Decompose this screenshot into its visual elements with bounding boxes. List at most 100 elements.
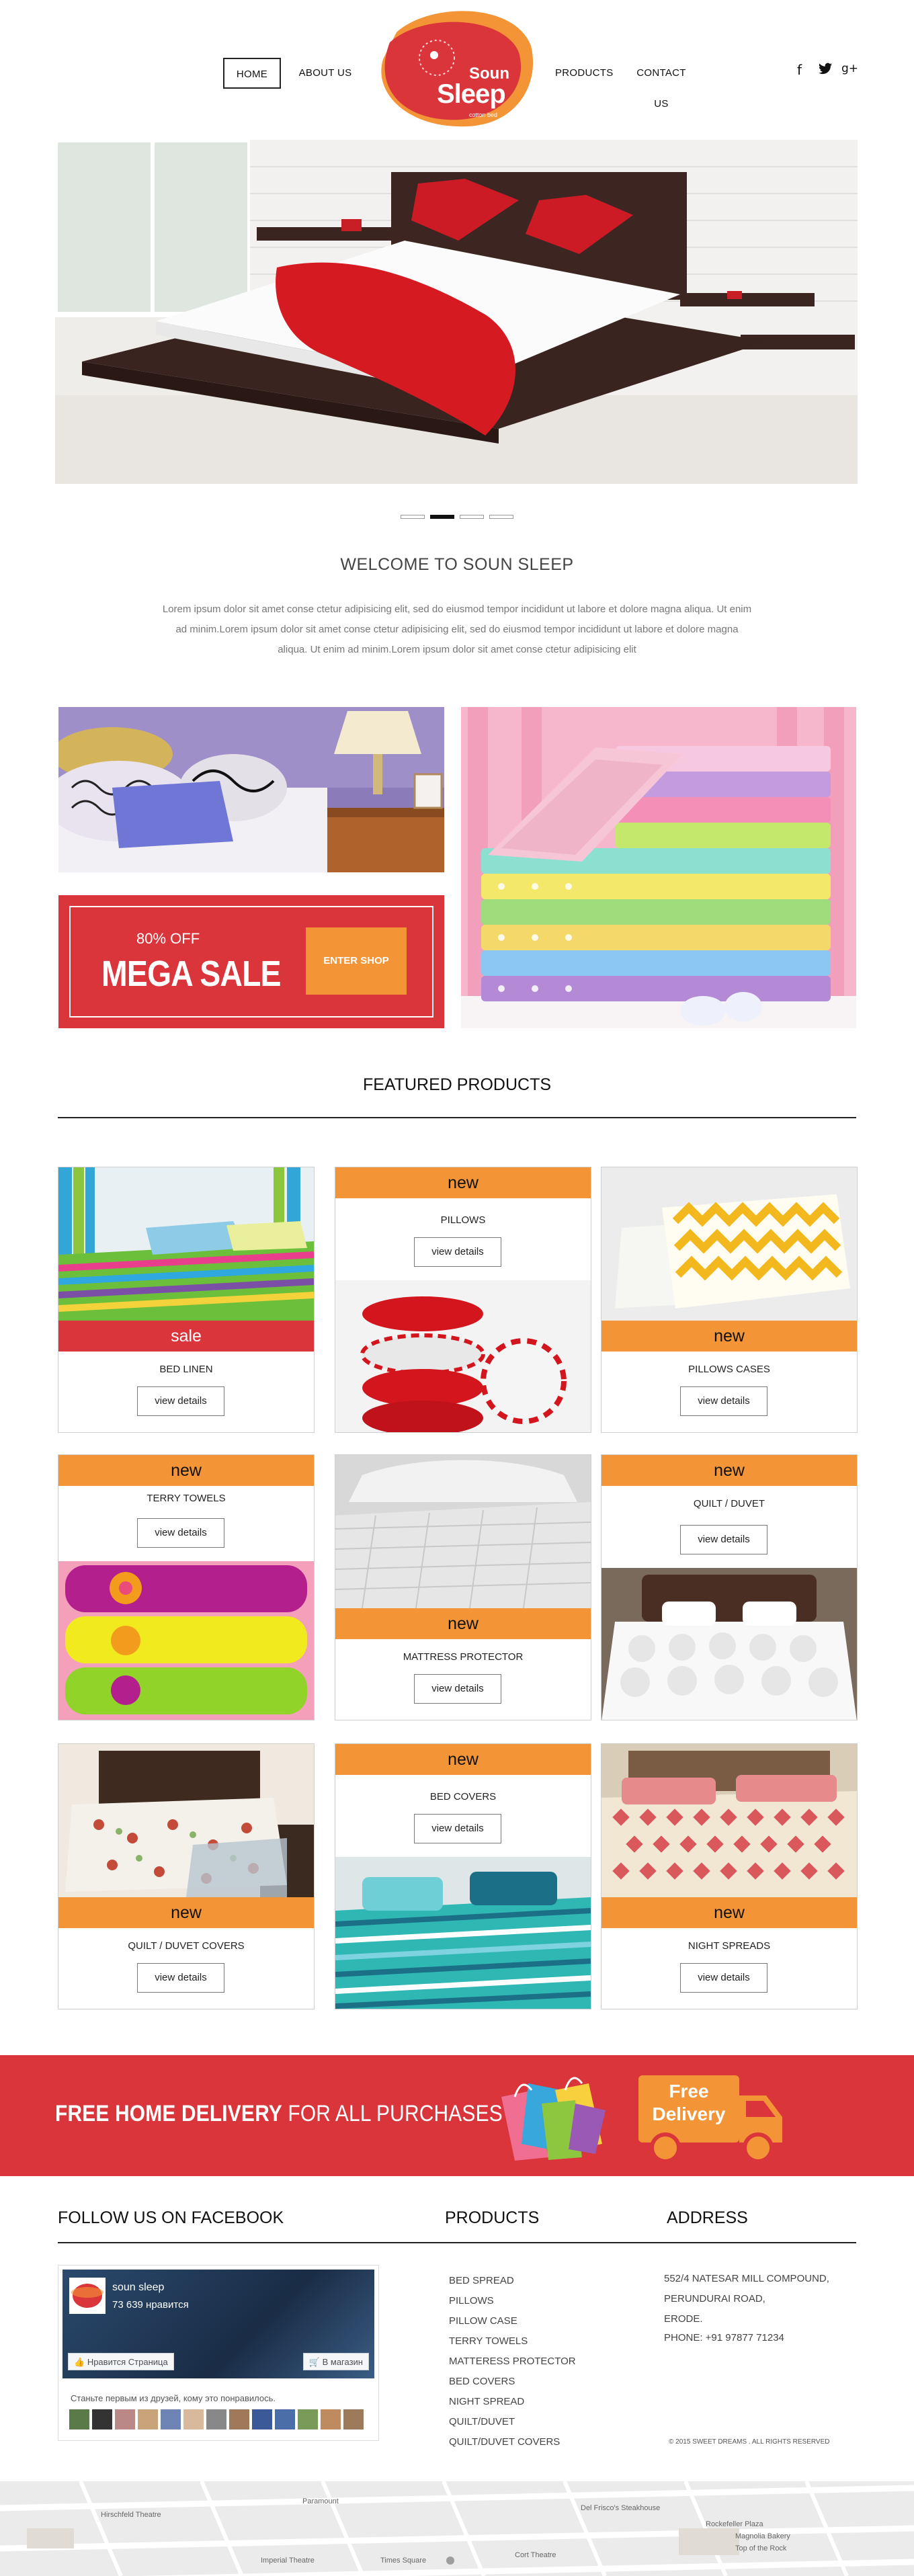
- facebook-icon[interactable]: f: [797, 62, 802, 78]
- facebook-heading: FOLLOW US ON FACEBOOK: [58, 2208, 284, 2227]
- slider-dot-3[interactable]: [460, 515, 484, 519]
- map-label: Hirschfeld Theatre: [101, 2511, 161, 2519]
- friend-avatar[interactable]: [321, 2409, 341, 2429]
- site-logo[interactable]: Soun Sleep cotton bed: [370, 5, 538, 132]
- footer-link-night-spread[interactable]: NIGHT SPREAD: [449, 2396, 524, 2407]
- location-map[interactable]: Hirschfeld Theatre Paramount Imperial Th…: [0, 2481, 914, 2576]
- facebook-page-name[interactable]: soun sleep: [112, 2282, 164, 2294]
- map-label: Imperial Theatre: [261, 2557, 315, 2565]
- view-details-button[interactable]: view details: [414, 1814, 501, 1843]
- product-card-bed-linen[interactable]: sale BED LINEN view details: [58, 1167, 315, 1433]
- product-card-pillow-cases[interactable]: new PILLOWS CASES view details: [601, 1167, 858, 1433]
- friend-avatar[interactable]: [161, 2409, 181, 2429]
- slider-dot-2[interactable]: [430, 515, 454, 519]
- product-badge-new: new: [601, 1321, 857, 1352]
- product-card-pillows[interactable]: new PILLOWS view details: [335, 1167, 591, 1433]
- logo-text-bottom: Sleep: [437, 79, 506, 109]
- free-delivery-banner: FREE HOME DELIVERY FOR ALL PURCHASES Fre…: [0, 2055, 914, 2176]
- friend-avatar[interactable]: [206, 2409, 226, 2429]
- product-badge-new: new: [335, 1744, 591, 1775]
- friend-avatar[interactable]: [115, 2409, 135, 2429]
- friend-avatar[interactable]: [183, 2409, 204, 2429]
- friend-avatar[interactable]: [298, 2409, 318, 2429]
- friend-avatar[interactable]: [229, 2409, 249, 2429]
- view-details-button[interactable]: view details: [680, 1963, 767, 1993]
- product-image-bed-covers: [335, 1857, 591, 2009]
- view-details-button[interactable]: view details: [680, 1386, 767, 1416]
- product-name: QUILT / DUVET COVERS: [128, 1940, 245, 1952]
- footer-link-terry-towels[interactable]: TERRY TOWELS: [449, 2335, 528, 2347]
- truck-text-delivery: Delivery: [652, 2104, 726, 2124]
- twitter-icon[interactable]: [819, 62, 832, 78]
- footer-link-pillow-case[interactable]: PILLOW CASE: [449, 2315, 517, 2327]
- product-badge-new: new: [58, 1455, 314, 1486]
- facebook-likes-count: 73 639 нравится: [112, 2299, 189, 2311]
- footer-link-bed-covers[interactable]: BED COVERS: [449, 2376, 515, 2387]
- friend-avatar[interactable]: [343, 2409, 364, 2429]
- product-name: QUILT / DUVET: [693, 1498, 765, 1509]
- product-card-quilt-duvet-covers[interactable]: new QUILT / DUVET COVERS view details: [58, 1743, 315, 2009]
- product-badge-new: new: [335, 1167, 591, 1198]
- product-badge-new: new: [601, 1455, 857, 1486]
- product-image-pillow-cases: [601, 1167, 857, 1321]
- promo-bedroom-image: [58, 707, 444, 872]
- friend-avatar[interactable]: [69, 2409, 89, 2429]
- product-card-mattress-protector[interactable]: new MATTRESS PROTECTOR view details: [335, 1454, 591, 1720]
- product-image-terry-towels: [58, 1561, 314, 1720]
- footer-link-matteress-protector[interactable]: MATTERESS PROTECTOR: [449, 2356, 576, 2367]
- logo-tagline: cotton bed: [469, 112, 498, 118]
- facebook-page-avatar[interactable]: [69, 2278, 106, 2314]
- shopping-bags-icon: [488, 2070, 616, 2164]
- welcome-title: WELCOME TO SOUN SLEEP: [340, 555, 574, 574]
- product-card-terry-towels[interactable]: new TERRY TOWELS view details: [58, 1454, 315, 1720]
- facebook-cover: soun sleep 73 639 нравится 👍 Нравится Ст…: [63, 2270, 374, 2378]
- promo-sheets-image: [461, 707, 856, 1028]
- slider-dot-1[interactable]: [401, 515, 425, 519]
- enter-shop-button[interactable]: ENTER SHOP: [306, 927, 407, 995]
- footer-link-bed-spread[interactable]: BED SPREAD: [449, 2275, 514, 2286]
- product-image-quilt-duvet: [601, 1568, 857, 1720]
- truck-text-free: Free: [669, 2081, 709, 2102]
- nav-about-us[interactable]: ABOUT US: [296, 58, 355, 89]
- slider-dot-4[interactable]: [489, 515, 513, 519]
- like-icon: 👍: [74, 2357, 87, 2367]
- welcome-text: Lorem ipsum dolor sit amet conse ctetur …: [162, 604, 752, 655]
- product-card-quilt-duvet[interactable]: new QUILT / DUVET view details: [601, 1454, 858, 1720]
- delivery-headline-bold: FREE HOME DELIVERY: [55, 2101, 282, 2126]
- copyright-text: © 2015 SWEET DREAMS . ALL RIGHTS RESERVE…: [669, 2438, 830, 2446]
- friend-avatar[interactable]: [252, 2409, 272, 2429]
- view-details-button[interactable]: view details: [680, 1525, 767, 1554]
- friend-avatar[interactable]: [92, 2409, 112, 2429]
- site-header: HOME ABOUT US Soun Sleep cotton bed PROD…: [0, 0, 914, 134]
- delivery-headline-rest: FOR ALL PURCHASES: [282, 2101, 503, 2126]
- view-details-button[interactable]: view details: [137, 1386, 224, 1416]
- friend-avatar[interactable]: [275, 2409, 295, 2429]
- view-details-button[interactable]: view details: [414, 1674, 501, 1704]
- featured-products-title: FEATURED PRODUCTS: [362, 1075, 552, 1094]
- phone-number: PHONE: +91 97877 71234: [664, 2332, 784, 2343]
- facebook-like-page-button[interactable]: 👍 Нравится Страница: [68, 2353, 174, 2370]
- view-details-button[interactable]: view details: [137, 1518, 224, 1548]
- product-card-bed-covers[interactable]: new BED COVERS view details: [335, 1743, 591, 2009]
- map-label: Del Frisco's Steakhouse: [581, 2504, 661, 2512]
- product-name: TERRY TOWELS: [147, 1493, 226, 1504]
- view-details-button[interactable]: view details: [137, 1963, 224, 1993]
- nav-home[interactable]: HOME: [223, 58, 281, 89]
- product-name: MATTRESS PROTECTOR: [403, 1651, 524, 1663]
- nav-contact-us[interactable]: CONTACT US: [629, 58, 694, 110]
- product-card-night-spreads[interactable]: new NIGHT SPREADS view details: [601, 1743, 858, 2009]
- facebook-like-label: Нравится Страница: [87, 2357, 168, 2367]
- address-line: ERODE.: [664, 2313, 703, 2325]
- view-details-button[interactable]: view details: [414, 1237, 501, 1267]
- product-name: PILLOWS: [440, 1214, 486, 1226]
- google-plus-icon[interactable]: g+: [841, 62, 858, 75]
- footer-link-quilt-duvet-covers[interactable]: QUILT/DUVET COVERS: [449, 2436, 560, 2448]
- friend-avatar[interactable]: [138, 2409, 158, 2429]
- footer-link-quilt-duvet[interactable]: QUILT/DUVET: [449, 2416, 515, 2427]
- hero-slider-image: [55, 140, 858, 484]
- delivery-truck-icon: Free Delivery: [638, 2075, 782, 2164]
- footer-link-pillows[interactable]: PILLOWS: [449, 2295, 494, 2307]
- product-image-pillows: [335, 1280, 591, 1432]
- nav-products[interactable]: PRODUCTS: [555, 58, 613, 89]
- facebook-shop-button[interactable]: 🛒 В магазин: [302, 2353, 369, 2370]
